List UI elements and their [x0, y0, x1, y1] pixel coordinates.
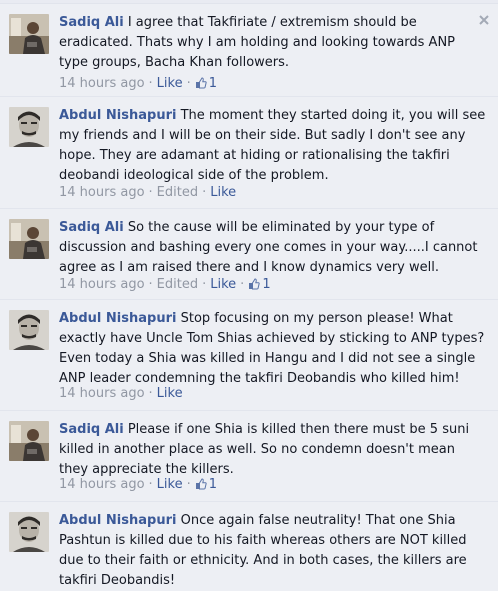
like-count[interactable]: 1 [195, 76, 217, 91]
comment-item: Abdul Nishapuri Stop focusing on my pers… [0, 300, 498, 411]
close-icon[interactable] [478, 14, 490, 26]
comment-meta: 14 hours ago · Like · 1 [59, 477, 218, 492]
comment-author-link[interactable]: Sadiq Ali [59, 15, 124, 30]
sadiq-ali-avatar[interactable] [9, 219, 49, 259]
like-link[interactable]: Like [157, 386, 183, 401]
edited-label[interactable]: Edited [157, 277, 198, 292]
comment-text: Sadiq Ali I agree that Takfiriate / extr… [59, 13, 488, 73]
sadiq-ali-avatar[interactable] [9, 14, 49, 54]
like-link[interactable]: Like [210, 277, 236, 292]
comment-item: Abdul Nishapuri The moment they started … [0, 97, 498, 209]
comment-meta: 14 hours ago · Like [59, 386, 183, 401]
comment-timestamp[interactable]: 14 hours ago [59, 386, 145, 401]
comment-author-link[interactable]: Abdul Nishapuri [59, 311, 176, 326]
abdul-nishapuri-avatar[interactable] [9, 512, 49, 552]
comment-timestamp[interactable]: 14 hours ago [59, 477, 145, 492]
comment-meta: 14 hours ago · Edited · Like · 1 [59, 277, 271, 292]
comment-item: Sadiq Ali So the cause will be eliminate… [0, 209, 498, 300]
like-link[interactable]: Like [210, 185, 236, 200]
comment-text: Sadiq Ali So the cause will be eliminate… [59, 218, 488, 278]
abdul-nishapuri-avatar[interactable] [9, 107, 49, 147]
like-link[interactable]: Like [157, 76, 183, 91]
comment-author-link[interactable]: Sadiq Ali [59, 422, 124, 437]
comment-timestamp[interactable]: 14 hours ago [59, 185, 145, 200]
comment-text: Abdul Nishapuri Once again false neutral… [59, 511, 488, 591]
comment-item: Sadiq Ali Please if one Shia is killed t… [0, 411, 498, 502]
sadiq-ali-avatar[interactable] [9, 421, 49, 461]
like-link[interactable]: Like [157, 477, 183, 492]
comment-author-link[interactable]: Sadiq Ali [59, 220, 124, 235]
comment-timestamp[interactable]: 14 hours ago [59, 76, 145, 91]
comment-text: Abdul Nishapuri The moment they started … [59, 106, 488, 186]
comment-text: Sadiq Ali Please if one Shia is killed t… [59, 420, 488, 480]
comment-author-link[interactable]: Abdul Nishapuri [59, 108, 176, 123]
thumbs-up-icon [248, 277, 260, 290]
thumbs-up-icon [195, 76, 207, 89]
comment-author-link[interactable]: Abdul Nishapuri [59, 513, 176, 528]
like-count[interactable]: 1 [195, 477, 217, 492]
comment-text: Abdul Nishapuri Stop focusing on my pers… [59, 309, 488, 389]
comment-meta: 14 hours ago · Like · 1 [59, 76, 218, 91]
thumbs-up-icon [195, 477, 207, 490]
like-count[interactable]: 1 [248, 277, 271, 292]
abdul-nishapuri-avatar[interactable] [9, 310, 49, 350]
comment-item: Abdul Nishapuri Once again false neutral… [0, 502, 498, 588]
comment-item: Sadiq Ali I agree that Takfiriate / extr… [0, 4, 498, 97]
comment-meta: 14 hours ago · Edited · Like [59, 185, 237, 200]
edited-label[interactable]: Edited [157, 185, 198, 200]
comment-timestamp[interactable]: 14 hours ago [59, 277, 145, 292]
